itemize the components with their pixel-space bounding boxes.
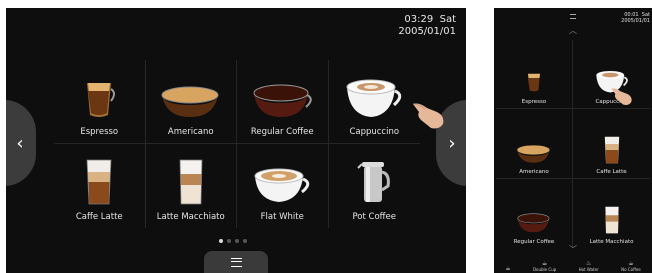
caffe-latte-glass-icon xyxy=(86,159,112,205)
caffe-latte-glass-icon xyxy=(604,136,619,163)
bottom-label: Double Cup xyxy=(532,267,557,272)
drink-label: Regular Coffee xyxy=(513,239,555,245)
scroll-up-icon[interactable]: ︿ xyxy=(569,25,577,36)
no-coffee-icon: ☕ xyxy=(628,260,634,267)
espresso-cup-icon xyxy=(87,83,116,117)
drink-tile-regular-coffee[interactable]: Regular Coffee xyxy=(237,60,329,144)
page-dot[interactable] xyxy=(227,239,231,243)
drink-tile-flat-white[interactable]: Flat White xyxy=(237,144,329,228)
scroll-down-icon[interactable]: ﹀ xyxy=(569,244,577,255)
drink-tile-regular-coffee[interactable]: Regular Coffee xyxy=(496,178,573,248)
drink-tile-latte-macchiato[interactable]: Latte Macchiato xyxy=(573,179,650,248)
pointing-hand-icon xyxy=(412,103,444,129)
drink-label: Americano xyxy=(167,127,214,137)
drink-tile-latte-macchiato[interactable]: Latte Macchiato xyxy=(146,144,237,228)
bottom-action-bar: ☕ ☕ Double Cup ♨ Hot Water ☕ No Coffee xyxy=(494,259,652,273)
drink-label: Latte Macchiato xyxy=(156,212,225,222)
chevron-right-icon: › xyxy=(448,132,456,154)
drink-grid: Espresso Cappuccino Americano Caffe Latt… xyxy=(496,40,650,248)
clock: 03:29 Sat 2005/01/01 xyxy=(398,14,456,38)
landscape-screen: 03:29 Sat 2005/01/01 ‹ › Espresso Americ… xyxy=(6,8,466,273)
page-dot[interactable] xyxy=(243,239,247,243)
drink-tile-americano[interactable]: Americano xyxy=(145,60,237,144)
page-indicator xyxy=(219,239,247,243)
hamburger-menu-icon xyxy=(230,257,242,267)
menu-button[interactable] xyxy=(204,251,268,273)
regular-coffee-cup-icon xyxy=(253,84,312,117)
single-cup-button[interactable]: ☕ xyxy=(505,265,510,272)
bottom-label: Hot Water xyxy=(578,267,599,272)
drink-tile-caffe-latte[interactable]: Caffe Latte xyxy=(573,109,650,179)
clock-date: 2005/01/01 xyxy=(398,26,456,37)
hot-water-button[interactable]: ♨ Hot Water xyxy=(579,260,599,272)
clock-day: Sat xyxy=(439,14,456,25)
double-cup-icon: ☕ xyxy=(541,260,548,267)
drink-label: Pot Coffee xyxy=(352,212,396,222)
previous-page-button[interactable]: ‹ xyxy=(6,100,36,186)
latte-macchiato-glass-icon xyxy=(179,159,203,205)
drink-grid: Espresso Americano Regular Coffee Cappuc… xyxy=(54,60,420,228)
pointing-hand-icon xyxy=(611,88,632,105)
drink-tile-espresso[interactable]: Espresso xyxy=(54,60,146,144)
no-coffee-button[interactable]: ☕ No Coffee xyxy=(621,260,641,272)
drink-tile-americano[interactable]: Americano xyxy=(496,109,573,179)
americano-cup-icon xyxy=(161,86,219,117)
drink-label: Espresso xyxy=(80,127,119,137)
menu-icon[interactable] xyxy=(570,14,576,19)
drink-tile-espresso[interactable]: Espresso xyxy=(496,40,573,110)
clock-date: 2005/01/01 xyxy=(621,18,650,24)
coffee-pot-icon xyxy=(357,162,391,202)
latte-macchiato-glass-icon xyxy=(604,206,619,234)
double-cup-button[interactable]: ☕ Double Cup xyxy=(533,260,556,272)
drink-label: Flat White xyxy=(260,212,304,222)
drink-label: Latte Macchiato xyxy=(589,239,634,245)
espresso-cup-icon xyxy=(527,74,541,92)
chevron-left-icon: ‹ xyxy=(16,132,24,154)
flat-white-cup-icon xyxy=(254,168,310,202)
page-dot[interactable] xyxy=(219,239,223,243)
regular-coffee-cup-icon xyxy=(517,213,550,233)
americano-cup-icon xyxy=(517,144,550,163)
drink-label: Caffe Latte xyxy=(75,212,123,222)
drink-label: Caffe Latte xyxy=(596,168,627,175)
drink-label: Regular Coffee xyxy=(250,127,314,137)
hot-water-icon: ♨ xyxy=(586,260,592,267)
portrait-screen: 00:01 Sat 2005/01/01 ︿ Espresso Cappucci… xyxy=(494,8,652,273)
clock-time: 03:29 xyxy=(404,14,434,25)
drink-label: Cappuccino xyxy=(349,127,400,137)
cappuccino-cup-icon xyxy=(346,79,402,117)
drink-tile-pot-coffee[interactable]: Pot Coffee xyxy=(329,144,421,228)
drink-tile-caffe-latte[interactable]: Caffe Latte xyxy=(54,144,146,228)
page-dot[interactable] xyxy=(235,239,239,243)
drink-label: Americano xyxy=(519,168,549,175)
clock: 00:01 Sat 2005/01/01 xyxy=(621,12,650,24)
drink-label: Espresso xyxy=(521,99,547,106)
cup-icon: ☕ xyxy=(505,265,511,272)
bottom-label: No Coffee xyxy=(621,267,641,272)
drink-tile-cappuccino[interactable]: Cappuccino xyxy=(328,60,420,144)
